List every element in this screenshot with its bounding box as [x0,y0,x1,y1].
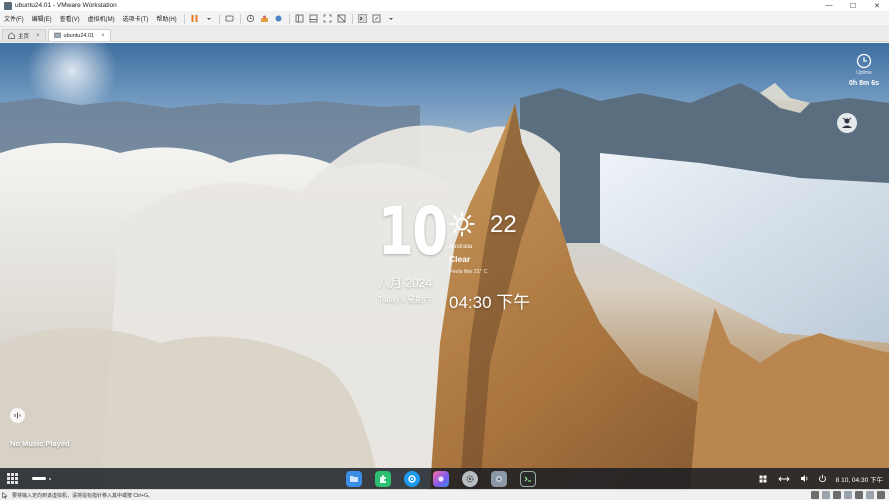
tab-bar: 主页 × ubuntu24.01 × [0,28,889,42]
volume-icon[interactable] [800,474,809,483]
sidebar-toggle-icon[interactable] [294,13,305,24]
uptime-label: Uptime [856,70,872,76]
vmware-logo-icon [4,1,12,10]
app-grid-icon[interactable] [7,473,18,484]
music-status: No Music Played [10,439,70,448]
date-today: Today's 星期六 [378,295,432,304]
workspace-indicator-active[interactable] [32,477,46,480]
system-app-icon[interactable] [491,471,507,487]
guest-taskbar: 8 10, 04:30 下午 [0,468,889,489]
weather-feels-like: Feels like 21° C [449,269,488,275]
music-icon[interactable] [10,408,25,423]
status-bar: 要将输入定向到该虚拟机，请将鼠标指针移入其中或按 Ctrl+G。 [0,489,889,500]
sun-icon [449,211,475,237]
terminal-app-icon[interactable] [520,471,536,487]
display-icon[interactable] [866,491,874,499]
message-icon[interactable] [877,491,885,499]
snapshot-icon[interactable] [245,13,256,24]
toolbar-separator [288,13,290,24]
toolbar-separator [239,13,241,24]
avatar[interactable] [837,113,857,133]
media-app-icon[interactable] [433,471,449,487]
tab-home[interactable]: 主页 × [2,29,46,41]
dropdown-arrow-icon[interactable] [203,13,214,24]
toolbar-separator [351,13,353,24]
thumbnail-bar-icon[interactable] [308,13,319,24]
browser-app-icon[interactable] [404,471,420,487]
menu-file[interactable]: 文件(F) [0,14,28,23]
system-tray: 8 10, 04:30 下午 [759,468,883,489]
settings-app-icon[interactable] [462,471,478,487]
console-view-icon[interactable] [357,13,368,24]
tab-home-label: 主页 [18,33,30,40]
home-icon [8,32,15,39]
menu-help[interactable]: 帮助(H) [152,14,180,23]
files-app-icon[interactable] [346,471,362,487]
minimize-button[interactable]: — [817,0,841,11]
stretch-icon[interactable] [371,13,382,24]
dock [346,471,536,487]
weather-condition: Clear [449,254,471,264]
dropdown-arrow-icon[interactable] [385,13,396,24]
menu-bar: 文件(F) 编辑(E) 查看(V) 虚拟机(M) 选项卡(T) 帮助(H) [0,11,889,27]
vm-display[interactable]: Uptime 0h 8m 6s 10 八月 2024 Today's 星期六 2… [0,43,889,489]
unity-mode-icon[interactable] [336,13,347,24]
menu-vm[interactable]: 虚拟机(M) [84,14,119,23]
toolbar-separator [183,13,185,24]
weather-location: Australia [449,244,473,250]
window-title: ubuntu24.01 - VMware Workstation [15,2,117,9]
extensions-app-icon[interactable] [375,471,391,487]
menu-edit[interactable]: 编辑(E) [28,14,56,23]
weather-temperature: 22 [490,211,517,238]
uptime-widget: Uptime 0h 8m 6s [849,53,879,87]
hard-disk-icon[interactable] [811,491,819,499]
close-icon[interactable]: × [101,33,105,39]
send-ctrl-alt-del-icon[interactable] [224,13,235,24]
device-status-icons [811,491,885,499]
close-icon[interactable]: × [36,33,40,39]
taskbar-clock[interactable]: 8 10, 04:30 下午 [836,474,883,484]
pause-icon[interactable] [189,13,200,24]
date-day: 10 [378,193,448,270]
vm-icon [53,32,61,38]
user-icon [842,117,852,128]
menu-tabs[interactable]: 选项卡(T) [119,14,153,23]
toolbar-separator [218,13,220,24]
network-adapter-icon[interactable] [833,491,841,499]
date-month-year: 八月 2024 [378,276,433,290]
tab-ubuntu[interactable]: ubuntu24.01 × [47,29,111,41]
status-message: 要将输入定向到该虚拟机，请将鼠标指针移入其中或按 Ctrl+G。 [12,492,153,499]
power-icon[interactable] [818,474,827,483]
desktop-time: 04:30 下午 [449,293,531,312]
full-screen-icon[interactable] [322,13,333,24]
tab-ubuntu-label: ubuntu24.01 [63,32,95,39]
close-button[interactable]: ✕ [865,0,889,11]
snapshot-manager-icon[interactable] [273,13,284,24]
usb-icon[interactable] [844,491,852,499]
mouse-pointer-icon [2,491,8,499]
window-controls: — ☐ ✕ [817,0,889,11]
maximize-button[interactable]: ☐ [841,0,865,11]
sound-card-icon[interactable] [855,491,863,499]
revert-snapshot-icon[interactable] [259,13,270,24]
menu-view[interactable]: 查看(V) [56,14,84,23]
cd-rom-icon[interactable] [822,491,830,499]
clock-icon [856,53,872,69]
uptime-value: 0h 8m 6s [849,80,879,87]
network-icon[interactable] [777,474,791,483]
workspace-indicator[interactable] [49,477,51,480]
window-switcher-icon[interactable] [759,474,768,483]
window-title-bar: ubuntu24.01 - VMware Workstation — ☐ ✕ [0,0,889,11]
